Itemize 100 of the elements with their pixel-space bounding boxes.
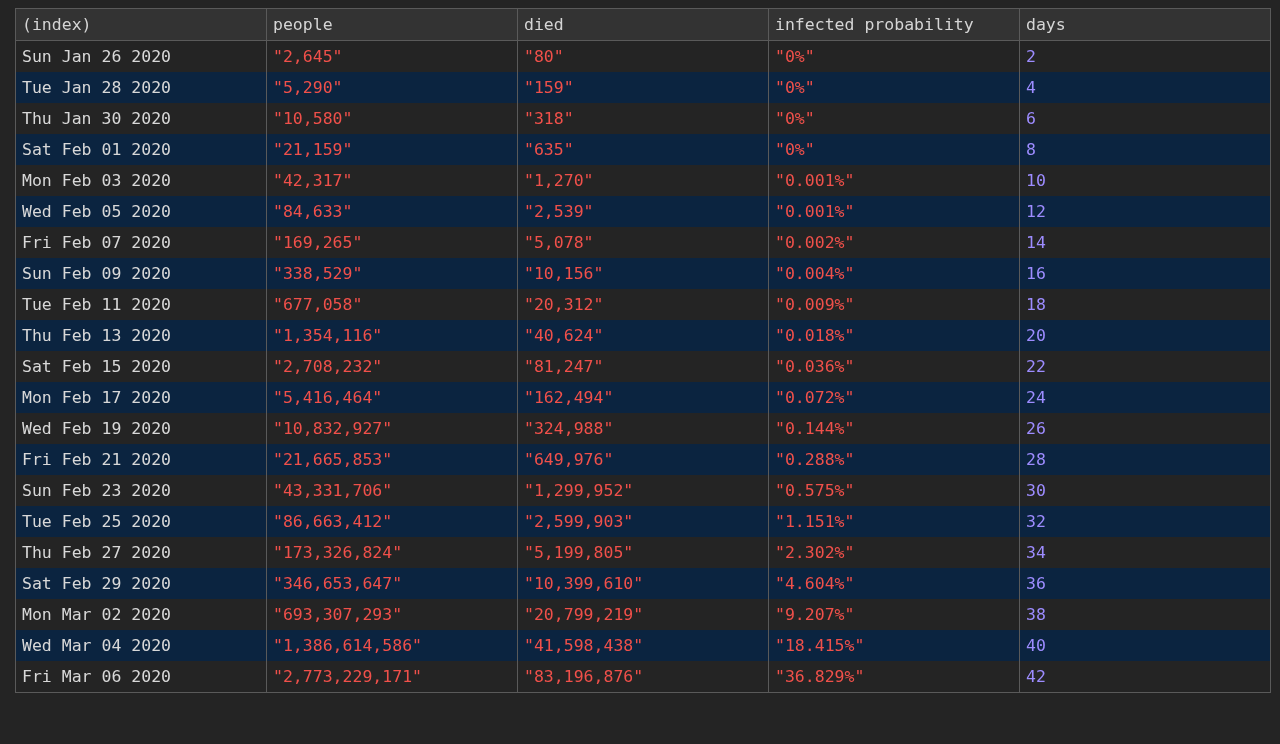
table-cell: "649,976" <box>517 444 769 475</box>
table-cell: Thu Feb 13 2020 <box>15 320 267 351</box>
table-cell: "2.302%" <box>768 537 1020 568</box>
table-cell: 26 <box>1019 413 1271 444</box>
table-cell: Tue Jan 28 2020 <box>15 72 267 103</box>
column-header[interactable]: days <box>1019 8 1271 41</box>
table-cell: "2,773,229,171" <box>266 661 518 693</box>
table-cell: 24 <box>1019 382 1271 413</box>
table-cell: Sun Feb 23 2020 <box>15 475 267 506</box>
table-cell: "42,317" <box>266 165 518 196</box>
table-cell: Wed Mar 04 2020 <box>15 630 267 661</box>
table-cell: Mon Feb 17 2020 <box>15 382 267 413</box>
table-cell: 20 <box>1019 320 1271 351</box>
table-cell: 36 <box>1019 568 1271 599</box>
table-cell: 8 <box>1019 134 1271 165</box>
table-cell: "677,058" <box>266 289 518 320</box>
table-cell: "4.604%" <box>768 568 1020 599</box>
table-cell: Fri Feb 21 2020 <box>15 444 267 475</box>
table-cell: "0.009%" <box>768 289 1020 320</box>
table-cell: "36.829%" <box>768 661 1020 693</box>
table-cell: "162,494" <box>517 382 769 413</box>
table-cell: "0.144%" <box>768 413 1020 444</box>
table-cell: "0%" <box>768 134 1020 165</box>
table-cell: 12 <box>1019 196 1271 227</box>
table-cell: Mon Mar 02 2020 <box>15 599 267 630</box>
table-cell: "693,307,293" <box>266 599 518 630</box>
table-cell: Thu Jan 30 2020 <box>15 103 267 134</box>
table-cell: 16 <box>1019 258 1271 289</box>
table-cell: "20,799,219" <box>517 599 769 630</box>
table-cell: 6 <box>1019 103 1271 134</box>
column-header[interactable]: (index) <box>15 8 267 41</box>
table-cell: 2 <box>1019 40 1271 72</box>
table-cell: "346,653,647" <box>266 568 518 599</box>
table-cell: "9.207%" <box>768 599 1020 630</box>
table-cell: Fri Mar 06 2020 <box>15 661 267 693</box>
table-cell: Mon Feb 03 2020 <box>15 165 267 196</box>
table-cell: 14 <box>1019 227 1271 258</box>
table-cell: "86,663,412" <box>266 506 518 537</box>
table-cell: "2,539" <box>517 196 769 227</box>
table-cell: Sun Feb 09 2020 <box>15 258 267 289</box>
table-cell: "2,645" <box>266 40 518 72</box>
table-cell: Sat Feb 01 2020 <box>15 134 267 165</box>
table-cell: "5,416,464" <box>266 382 518 413</box>
table-cell: "2,708,232" <box>266 351 518 382</box>
table-cell: 10 <box>1019 165 1271 196</box>
table-cell: "83,196,876" <box>517 661 769 693</box>
table-cell: "1,386,614,586" <box>266 630 518 661</box>
table-cell: "318" <box>517 103 769 134</box>
table-cell: "10,399,610" <box>517 568 769 599</box>
table-cell: "173,326,824" <box>266 537 518 568</box>
table-cell: Tue Feb 25 2020 <box>15 506 267 537</box>
table-cell: "1,270" <box>517 165 769 196</box>
table-cell: "0.036%" <box>768 351 1020 382</box>
column-header[interactable]: infected probability <box>768 8 1020 41</box>
table-cell: "0.002%" <box>768 227 1020 258</box>
table-cell: 22 <box>1019 351 1271 382</box>
table-cell: "0.001%" <box>768 196 1020 227</box>
table-cell: "21,159" <box>266 134 518 165</box>
table-cell: Sun Jan 26 2020 <box>15 40 267 72</box>
table-cell: "1,354,116" <box>266 320 518 351</box>
table-cell: "0.018%" <box>768 320 1020 351</box>
table-cell: "10,580" <box>266 103 518 134</box>
table-cell: 30 <box>1019 475 1271 506</box>
table-cell: "159" <box>517 72 769 103</box>
table-cell: 34 <box>1019 537 1271 568</box>
table-cell: "0%" <box>768 72 1020 103</box>
table-cell: Tue Feb 11 2020 <box>15 289 267 320</box>
table-cell: "10,832,927" <box>266 413 518 444</box>
column-header[interactable]: died <box>517 8 769 41</box>
table-cell: "0.001%" <box>768 165 1020 196</box>
table-cell: "0%" <box>768 103 1020 134</box>
table-cell: "169,265" <box>266 227 518 258</box>
table-cell: Wed Feb 19 2020 <box>15 413 267 444</box>
table-cell: "80" <box>517 40 769 72</box>
table-cell: "0%" <box>768 40 1020 72</box>
table-cell: 4 <box>1019 72 1271 103</box>
table-cell: "324,988" <box>517 413 769 444</box>
table-cell: "40,624" <box>517 320 769 351</box>
table-cell: "5,199,805" <box>517 537 769 568</box>
table-cell: Wed Feb 05 2020 <box>15 196 267 227</box>
table-cell: "1,299,952" <box>517 475 769 506</box>
table-cell: "20,312" <box>517 289 769 320</box>
table-cell: "1.151%" <box>768 506 1020 537</box>
table-cell: 32 <box>1019 506 1271 537</box>
table-cell: 18 <box>1019 289 1271 320</box>
table-cell: "5,078" <box>517 227 769 258</box>
table-cell: "84,633" <box>266 196 518 227</box>
column-header[interactable]: people <box>266 8 518 41</box>
table-cell: 28 <box>1019 444 1271 475</box>
table-cell: "41,598,438" <box>517 630 769 661</box>
table-cell: Sat Feb 29 2020 <box>15 568 267 599</box>
table-cell: 40 <box>1019 630 1271 661</box>
table-cell: Sat Feb 15 2020 <box>15 351 267 382</box>
table-cell: "10,156" <box>517 258 769 289</box>
table-cell: "5,290" <box>266 72 518 103</box>
table-cell: Fri Feb 07 2020 <box>15 227 267 258</box>
table-cell: Thu Feb 27 2020 <box>15 537 267 568</box>
table-cell: "43,331,706" <box>266 475 518 506</box>
table-cell: "635" <box>517 134 769 165</box>
table-cell: "0.004%" <box>768 258 1020 289</box>
